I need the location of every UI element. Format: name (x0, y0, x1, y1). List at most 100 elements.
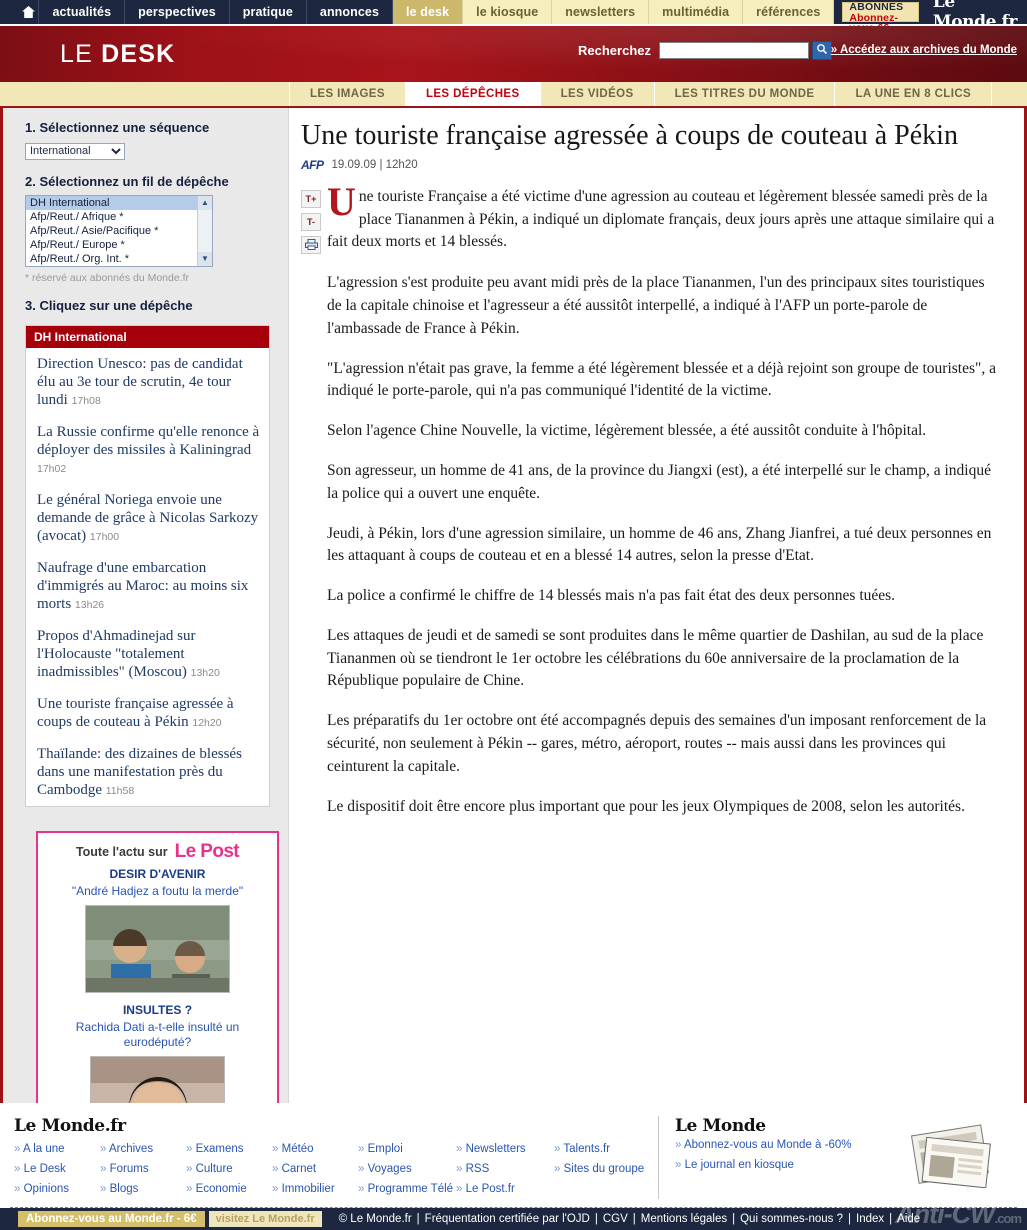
dispatch-item[interactable]: Naufrage d'une embarcation d'immigrés au… (26, 552, 269, 620)
feed-option-afrique[interactable]: Afp/Reut./ Afrique * (26, 210, 212, 224)
archives-link[interactable]: » Accédez aux archives du Monde (831, 44, 1017, 56)
footer-link-rss[interactable]: » RSS (456, 1160, 554, 1180)
footer-link-carnet[interactable]: » Carnet (272, 1160, 358, 1180)
text-decrease-icon[interactable]: T- (301, 212, 321, 231)
footer-link-programme-tele[interactable]: » Programme Télé (358, 1180, 456, 1200)
section-tabs: LES IMAGES LES DÉPÊCHES LES VIDÉOS LES T… (0, 82, 1027, 108)
footer-link-talents-fr[interactable]: » Talents.fr (554, 1140, 652, 1160)
tab-les-images[interactable]: LES IMAGES (290, 82, 406, 106)
feed-note: * réservé aux abonnés du Monde.fr (25, 271, 190, 284)
bottom-link-ojd[interactable]: Fréquentation certifiée par l'OJD (425, 1213, 590, 1225)
footer-link-archives[interactable]: » Archives (100, 1140, 186, 1160)
article-paragraph: Selon l'agence Chine Nouvelle, la victim… (327, 422, 927, 440)
home-button[interactable] (18, 0, 40, 24)
feed-option-dh-international[interactable]: DH International (26, 195, 212, 210)
footer-link-newsletters[interactable]: » Newsletters (456, 1140, 554, 1160)
bottom-link-mentions-legales[interactable]: Mentions légales (641, 1213, 727, 1225)
sep: | (594, 1213, 598, 1226)
nav-item-le-desk[interactable]: le desk (393, 0, 464, 24)
scroll-up-icon[interactable]: ▲ (198, 195, 212, 210)
bottom-link-copyright[interactable]: © Le Monde.fr (339, 1213, 412, 1225)
print-icon[interactable] (301, 235, 321, 254)
nav-item-le-kiosque[interactable]: le kiosque (463, 0, 553, 24)
footer-link-blogs[interactable]: » Blogs (100, 1180, 186, 1200)
tab-la-une-en-8-clics[interactable]: LA UNE EN 8 CLICS (835, 82, 993, 106)
lepost-item1-kicker[interactable]: DESIR D'AVENIR (44, 867, 271, 881)
footer-link-label: Sites du groupe (563, 1162, 645, 1175)
lepost-item1-photo[interactable] (85, 904, 230, 993)
footer-link-le-desk[interactable]: » Le Desk (14, 1160, 100, 1180)
article-lead-text: ne touriste Française a été victime d'un… (327, 187, 995, 251)
bottom-link-qui-sommes-nous[interactable]: Qui sommes-nous ? (740, 1213, 843, 1225)
lepost-item2-kicker[interactable]: INSULTES ? (44, 1003, 271, 1017)
footer-link-label: Culture (195, 1162, 233, 1175)
footer-link-opinions[interactable]: » Opinions (14, 1180, 100, 1200)
chevron-icon: » (100, 1143, 107, 1155)
search-button[interactable] (812, 41, 832, 60)
lemonde-logo[interactable]: Le Monde.fr (919, 0, 1027, 32)
search-input[interactable] (659, 42, 809, 59)
footer-link-le-post-fr[interactable]: » Le Post.fr (456, 1180, 554, 1200)
footer-link-meteo[interactable]: » Météo (272, 1140, 358, 1160)
footer-left: Le Monde.fr » A la une » Le Desk » Opini… (14, 1116, 652, 1199)
text-increase-icon[interactable]: T+ (301, 189, 321, 208)
dispatch-title: Naufrage d'une embarcation d'immigrés au… (37, 559, 249, 612)
footer-lemonde-logo[interactable]: Le Monde.fr (14, 1116, 652, 1136)
subscription-promo-badge[interactable]: EDITION ABONNES Abonnez-vous 6€ (842, 0, 919, 33)
scroll-down-icon[interactable]: ▼ (198, 251, 212, 266)
feed-option-europe[interactable]: Afp/Reut./ Europe * (26, 238, 212, 252)
chevron-icon: » (456, 1162, 463, 1175)
footer-link-label: Météo (281, 1143, 314, 1155)
footer-link-a-la-une[interactable]: » A la une (14, 1140, 100, 1160)
lepost-item2-title[interactable]: Rachida Dati a-t-elle insulté un eurodép… (44, 1020, 271, 1050)
sep: | (416, 1213, 420, 1226)
dispatch-item[interactable]: Une touriste française agressée à coups … (26, 688, 269, 738)
footer-link-sites-du-groupe[interactable]: » Sites du groupe (554, 1160, 652, 1180)
nav-item-multimedia[interactable]: multimédia (649, 0, 744, 24)
search-label: Recherchez (578, 43, 651, 58)
article-title: Une touriste française agressée à coups … (301, 120, 958, 151)
chevron-icon: » (456, 1143, 463, 1155)
tab-les-videos[interactable]: LES VIDÉOS (541, 82, 655, 106)
dispatch-item[interactable]: Thaïlande: des dizaines de blessés dans … (26, 738, 269, 806)
nav-item-references[interactable]: références (743, 0, 835, 24)
footer-link-culture[interactable]: » Culture (186, 1160, 272, 1180)
dispatch-time: 17h08 (71, 394, 101, 407)
watermark-suffix: .com (994, 1211, 1022, 1227)
footer-link-economie[interactable]: » Economie (186, 1180, 272, 1200)
subscribe-button[interactable]: Abonnez-vous au Monde.fr - 6€ (18, 1211, 205, 1228)
nav-item-annonces[interactable]: annonces (307, 0, 394, 24)
lepost-logo[interactable]: Le Post (175, 841, 240, 863)
sequence-select[interactable]: International (25, 142, 125, 160)
dispatch-item[interactable]: Propos d'Ahmadinejad sur l'Holocauste "t… (26, 620, 269, 688)
footer: Le Monde.fr » A la une » Le Desk » Opini… (0, 1103, 1027, 1209)
footer-link-label: Immobilier (281, 1182, 335, 1195)
footer-link-examens[interactable]: » Examens (186, 1140, 272, 1160)
dispatch-item[interactable]: Le général Noriega envoie une demande de… (26, 484, 269, 552)
footer-link-emploi[interactable]: » Emploi (358, 1140, 456, 1160)
bottom-link-index[interactable]: Index (856, 1213, 884, 1225)
feed-scrollbar[interactable]: ▲ ▼ (197, 195, 212, 266)
footer-link-immobilier[interactable]: » Immobilier (272, 1180, 358, 1200)
footer-link-forums[interactable]: » Forums (100, 1160, 186, 1180)
nav-item-actualites[interactable]: actualités (39, 0, 126, 24)
visit-button[interactable]: visitez Le Monde.fr (208, 1211, 322, 1228)
bottom-link-cgv[interactable]: CGV (603, 1213, 628, 1225)
nav-item-perspectives[interactable]: perspectives (125, 0, 230, 24)
search-icon (816, 43, 828, 58)
dispatch-item[interactable]: La Russie confirme qu'elle renonce à dép… (26, 416, 269, 484)
tabs-right-spacer (992, 82, 1027, 106)
feed-option-asie-pacifique[interactable]: Afp/Reut./ Asie/Pacifique * (26, 224, 212, 238)
bottom-link-aide[interactable]: Aide (897, 1213, 920, 1225)
tab-les-depeches[interactable]: LES DÉPÊCHES (405, 82, 541, 106)
desk-title-le: LE (60, 39, 93, 68)
footer-link-label: A la une (22, 1143, 65, 1155)
dispatch-item[interactable]: Direction Unesco: pas de candidat élu au… (26, 348, 269, 416)
nav-item-newsletters[interactable]: newsletters (552, 0, 650, 24)
feed-option-org-int[interactable]: Afp/Reut./ Org. Int. * (26, 252, 212, 266)
tab-les-titres-du-monde[interactable]: LES TITRES DU MONDE (655, 82, 836, 106)
feed-listbox[interactable]: DH International Afp/Reut./ Afrique * Af… (25, 194, 213, 267)
nav-item-pratique[interactable]: pratique (230, 0, 307, 24)
footer-link-voyages[interactable]: » Voyages (358, 1160, 456, 1180)
lepost-item1-title[interactable]: "André Hadjez a foutu la merde" (44, 884, 271, 899)
